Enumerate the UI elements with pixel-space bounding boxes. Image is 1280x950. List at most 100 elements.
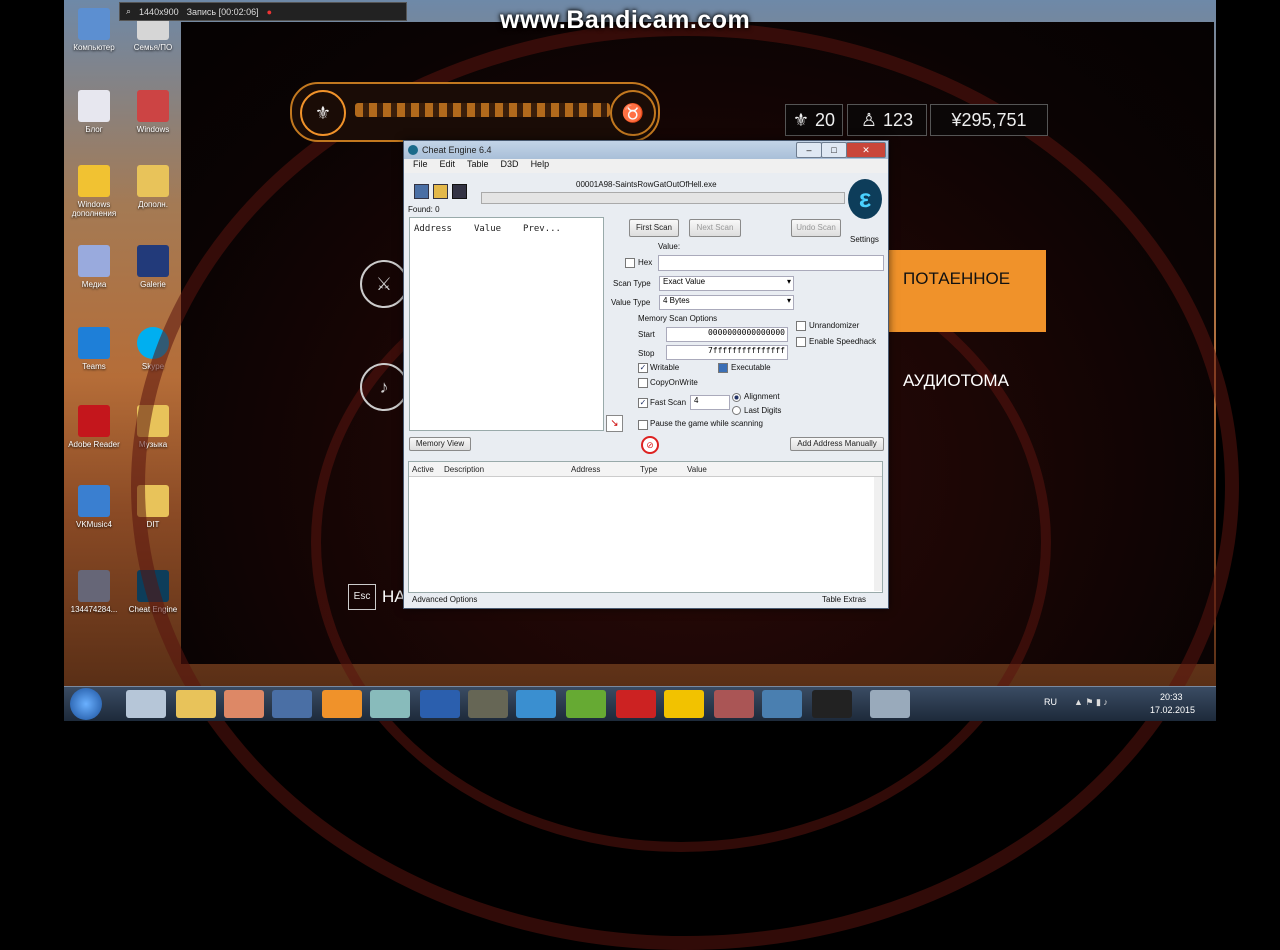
value-input[interactable] (658, 255, 884, 271)
icon-label: Дополн. (138, 200, 168, 209)
icon-label: Компьютер (73, 43, 115, 52)
executable-checkbox[interactable] (718, 363, 728, 373)
cheat-table[interactable]: Active Description Address Type Value (408, 461, 883, 593)
start-input[interactable]: 0000000000000000 (666, 327, 788, 342)
stop-input[interactable]: 7fffffffffffffff (666, 345, 788, 360)
menu-item-audio[interactable]: АУДИОТОМА (903, 371, 1009, 391)
fastscan-input[interactable]: 4 (690, 395, 730, 410)
desktop-icon-adobe[interactable]: Adobe Reader (66, 405, 122, 449)
record-icon[interactable]: ● (267, 7, 272, 17)
desktop-icon-8[interactable]: Galerie (125, 245, 181, 289)
stat-fleur-value: 20 (815, 109, 836, 130)
tray-time[interactable]: 20:33 (1160, 692, 1183, 702)
lastdigits-radio[interactable] (732, 406, 741, 415)
taskbar-paint-icon[interactable] (224, 690, 264, 718)
first-scan-button[interactable]: First Scan (629, 219, 679, 237)
desktop-icon-file[interactable]: 134474284... (66, 570, 122, 614)
unrandomizer-checkbox[interactable] (796, 321, 806, 331)
speedhack-checkbox[interactable] (796, 337, 806, 347)
desktop-icon-6[interactable]: Дополн. (125, 165, 181, 209)
window-title: Cheat Engine 6.4 (422, 145, 492, 155)
taskbar-game-icon[interactable] (714, 690, 754, 718)
fastscan-checkbox[interactable]: ✓ (638, 398, 648, 408)
desktop-icon-teamviewer[interactable]: Teams (66, 327, 122, 371)
taskbar-cheat-engine-icon[interactable] (870, 690, 910, 718)
add-address-manually-button[interactable]: Add Address Manually (790, 437, 884, 451)
taskbar-explorer-icon[interactable] (176, 690, 216, 718)
taskbar-chrome-icon[interactable] (664, 690, 704, 718)
tray-language[interactable]: RU (1044, 697, 1057, 707)
taskbar-record-icon[interactable] (812, 690, 852, 718)
person-icon: ♙ (860, 109, 878, 130)
taskbar-app4-icon[interactable] (762, 690, 802, 718)
menu-table[interactable]: Table (467, 159, 489, 173)
cheat-engine-logo[interactable]: ε (848, 179, 882, 219)
scan-type-select[interactable]: Exact Value ▾ (659, 276, 794, 291)
table-extras[interactable]: Table Extras (822, 595, 866, 604)
desktop-icon-computer[interactable]: Компьютер (66, 8, 122, 52)
found-list-header: Address Value Prev... (410, 218, 603, 240)
scrollbar[interactable] (874, 477, 882, 591)
stat-respect: ♙ 123 (847, 104, 927, 136)
icon-label: Блог (85, 125, 103, 134)
taskbar-app3-icon[interactable] (516, 690, 556, 718)
menu-icon-1: ⚔ (360, 260, 408, 308)
desktop-icon-4[interactable]: Windows (125, 90, 181, 134)
save-icon[interactable] (452, 184, 467, 199)
alignment-radio[interactable] (732, 393, 741, 402)
header-prev[interactable]: Prev... (523, 224, 561, 234)
settings-link[interactable]: Settings (850, 235, 879, 244)
menu-help[interactable]: Help (531, 159, 550, 173)
desktop-icon-vkmusic[interactable]: VKMusic4 (66, 485, 122, 529)
taskbar-video-icon[interactable] (468, 690, 508, 718)
header-type[interactable]: Type (640, 465, 657, 474)
unrandomizer-label: Unrandomizer (809, 321, 860, 330)
desktop-icon-7[interactable]: Медиа (66, 245, 122, 289)
taskbar-word-icon[interactable] (420, 690, 460, 718)
value-type-select[interactable]: 4 Bytes ▾ (659, 295, 794, 310)
next-scan-button[interactable]: Next Scan (689, 219, 741, 237)
tray-date[interactable]: 17.02.2015 (1150, 705, 1195, 715)
copyonwrite-checkbox[interactable] (638, 378, 648, 388)
menu-edit[interactable]: Edit (440, 159, 456, 173)
pointer-scan-icon[interactable]: ↘ (606, 415, 623, 432)
header-active[interactable]: Active (412, 465, 434, 474)
start-label: Start (638, 330, 655, 339)
header-value[interactable]: Value (474, 224, 501, 234)
advanced-options[interactable]: Advanced Options (412, 595, 477, 604)
header-address[interactable]: Address (571, 465, 600, 474)
menu-item-hidden[interactable]: ПОТАЕННОЕ (903, 269, 1010, 289)
taskbar-app-icon[interactable] (272, 690, 312, 718)
header-value[interactable]: Value (687, 465, 707, 474)
tray-icons: ▲ ⚑ ▮ ♪ (1074, 697, 1108, 707)
taskbar-file-icon[interactable] (126, 690, 166, 718)
writable-label: Writable (650, 363, 680, 372)
header-address[interactable]: Address (414, 224, 452, 234)
stop-scan-icon[interactable]: ⊘ (641, 436, 659, 454)
taskbar-opera-icon[interactable] (616, 690, 656, 718)
memory-view-button[interactable]: Memory View (409, 437, 471, 451)
recorder-status: Запись [00:02:06] (186, 6, 259, 17)
desktop-icon-3[interactable]: Блог (66, 90, 122, 134)
undo-scan-button[interactable]: Undo Scan (791, 219, 841, 237)
start-button[interactable] (70, 688, 102, 720)
close-button[interactable]: ✕ (846, 142, 886, 158)
hex-checkbox[interactable] (625, 258, 635, 268)
open-file-icon[interactable] (433, 184, 448, 199)
found-count: Found: 0 (408, 205, 440, 214)
menu-item-highlight[interactable] (888, 250, 1046, 332)
minimize-button[interactable]: – (796, 142, 822, 158)
menu-file[interactable]: File (413, 159, 428, 173)
taskbar-nvidia-icon[interactable] (566, 690, 606, 718)
maximize-button[interactable]: □ (821, 142, 847, 158)
desktop-icon-5[interactable]: Windows дополнения (66, 165, 122, 218)
header-description[interactable]: Description (444, 465, 484, 474)
pause-checkbox[interactable] (638, 420, 648, 430)
writable-checkbox[interactable]: ✓ (638, 363, 648, 373)
esc-key[interactable]: Esc (348, 584, 376, 610)
found-list[interactable]: Address Value Prev... (409, 217, 604, 431)
taskbar-app2-icon[interactable] (370, 690, 410, 718)
taskbar-media-icon[interactable] (322, 690, 362, 718)
menu-d3d[interactable]: D3D (501, 159, 519, 173)
open-process-icon[interactable] (414, 184, 429, 199)
